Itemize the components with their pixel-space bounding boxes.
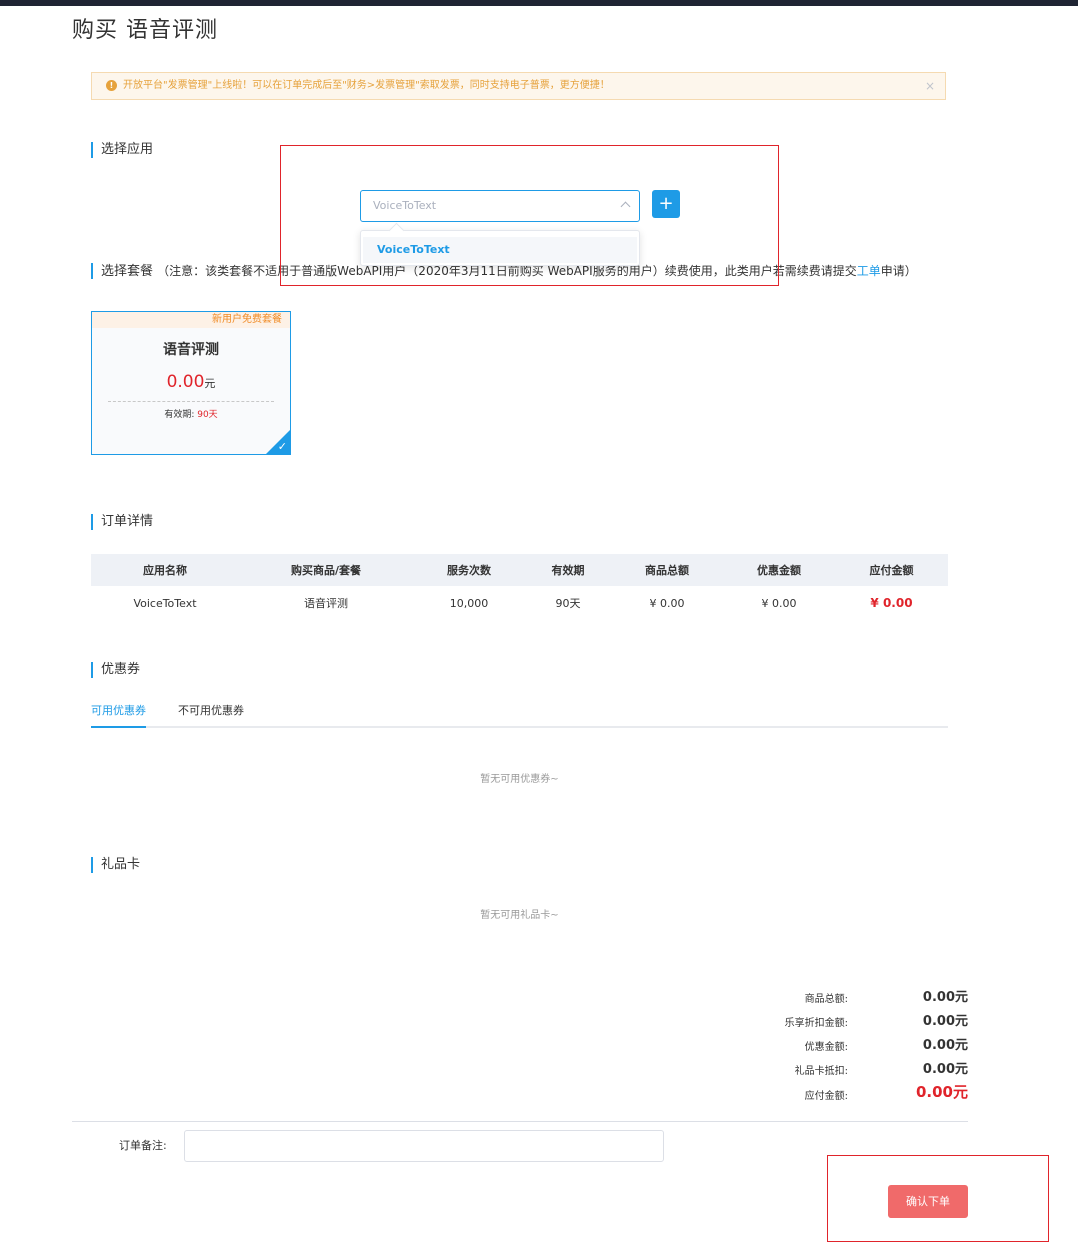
summary-value: 0.00元 xyxy=(922,1014,968,1029)
section-title-order: 订单详情 xyxy=(91,514,153,530)
app-select[interactable]: VoiceToText xyxy=(360,190,640,222)
summary-label: 商品总额: xyxy=(804,994,848,1005)
tab-available-coupons[interactable]: 可用优惠券 xyxy=(91,702,146,728)
package-note-prefix: （注意：该类套餐不适用于普通版WebAPI用户（2020年3月11日前购买 We… xyxy=(157,264,857,278)
column-header: 优惠金额 xyxy=(723,554,835,586)
summary-row-discount: 乐享折扣金额: 0.00元 xyxy=(740,1010,970,1030)
remark-input[interactable] xyxy=(184,1130,664,1162)
add-app-button[interactable]: + xyxy=(652,190,680,218)
chevron-up-icon xyxy=(620,201,631,212)
divider xyxy=(72,1121,968,1122)
validity-value: 90天 xyxy=(197,410,218,420)
section-title-giftcard: 礼品卡 xyxy=(91,857,140,873)
app-select-placeholder: VoiceToText xyxy=(373,199,437,212)
summary-row-total: 商品总额: 0.00元 xyxy=(740,986,970,1006)
table-cell: 语音评测 xyxy=(304,597,348,610)
summary-value-payable: 0.00元 xyxy=(915,1083,968,1101)
check-icon: ✓ xyxy=(277,440,287,453)
summary-label: 礼品卡抵扣: xyxy=(794,1066,848,1077)
section-title-select-app: 选择应用 xyxy=(91,142,153,158)
summary-label: 应付金额: xyxy=(804,1091,848,1102)
summary-row-coupon: 优惠金额: 0.00元 xyxy=(740,1034,970,1054)
table-cell: ¥ 0.00 xyxy=(649,596,685,610)
warning-icon: ! xyxy=(106,80,117,91)
column-header: 购买商品/套餐 xyxy=(239,554,413,586)
giftcard-empty-text: 暂无可用礼品卡~ xyxy=(480,910,559,921)
section-title-coupons: 优惠券 xyxy=(91,662,140,678)
summary-row-payable: 应付金额: 0.00元 xyxy=(740,1083,970,1103)
summary-value: 0.00元 xyxy=(922,990,968,1005)
section-title-label: 选择套餐 xyxy=(101,264,154,279)
top-bar xyxy=(0,0,1078,6)
app-dropdown: VoiceToText xyxy=(360,222,640,266)
column-header: 应用名称 xyxy=(91,554,239,586)
summary-value: 0.00元 xyxy=(922,1062,968,1077)
summary-label: 优惠金额: xyxy=(804,1042,848,1053)
page-title: 购买 语音评测 xyxy=(72,18,218,43)
summary-row-giftcard: 礼品卡抵扣: 0.00元 xyxy=(740,1058,970,1078)
dropdown-arrow xyxy=(388,222,405,239)
notice-banner: ! 开放平台"发票管理"上线啦！可以在订单完成后至"财务>发票管理"索取发票，同… xyxy=(91,72,946,100)
notice-text: 开放平台"发票管理"上线啦！可以在订单完成后至"财务>发票管理"索取发票，同时支… xyxy=(123,80,610,91)
package-note: （注意：该类套餐不适用于普通版WebAPI用户（2020年3月11日前购买 We… xyxy=(157,264,917,278)
table-cell: 10,000 xyxy=(449,596,489,610)
table-cell-payable: ¥ 0.00 xyxy=(870,596,913,610)
confirm-order-button[interactable]: 确认下单 xyxy=(888,1185,968,1218)
package-card[interactable]: 新用户免费套餐 语音评测 0.00元 有效期: 90天 ✓ xyxy=(91,311,291,455)
column-header: 商品总额 xyxy=(611,554,723,586)
package-price-value: 0.00 xyxy=(166,372,205,392)
table-cell: VoiceToText xyxy=(133,596,197,610)
package-badge: 新用户免费套餐 xyxy=(92,312,290,328)
ticket-link[interactable]: 工单 xyxy=(857,264,881,278)
package-divider xyxy=(108,401,274,402)
table-header-row: 应用名称 购买商品/套餐 服务次数 有效期 商品总额 优惠金额 应付金额 xyxy=(91,554,948,586)
summary-label: 乐享折扣金额: xyxy=(784,1018,848,1029)
coupon-tabs: 可用优惠券 不可用优惠券 xyxy=(91,700,948,728)
table-cell: 90天 xyxy=(555,597,581,610)
order-table: 应用名称 购买商品/套餐 服务次数 有效期 商品总额 优惠金额 应付金额 Voi… xyxy=(91,554,948,620)
table-row: VoiceToText 语音评测 10,000 90天 ¥ 0.00 ¥ 0.0… xyxy=(91,586,948,620)
close-icon[interactable]: × xyxy=(925,73,935,99)
remark-label: 订单备注: xyxy=(119,1139,167,1152)
package-name: 语音评测 xyxy=(163,342,219,358)
column-header: 有效期 xyxy=(525,554,611,586)
coupons-empty-text: 暂无可用优惠券~ xyxy=(480,774,559,785)
package-validity: 有效期: 90天 xyxy=(92,407,290,420)
package-price: 0.00元 xyxy=(92,372,290,392)
package-note-suffix: 申请） xyxy=(880,264,917,278)
column-header: 应付金额 xyxy=(835,554,948,586)
summary-value: 0.00元 xyxy=(922,1038,968,1053)
table-cell: ¥ 0.00 xyxy=(761,596,797,610)
validity-label: 有效期: xyxy=(164,410,195,420)
tab-unavailable-coupons[interactable]: 不可用优惠券 xyxy=(178,702,244,726)
package-price-unit: 元 xyxy=(204,377,216,390)
dropdown-option[interactable]: VoiceToText xyxy=(363,237,637,263)
column-header: 服务次数 xyxy=(413,554,525,586)
